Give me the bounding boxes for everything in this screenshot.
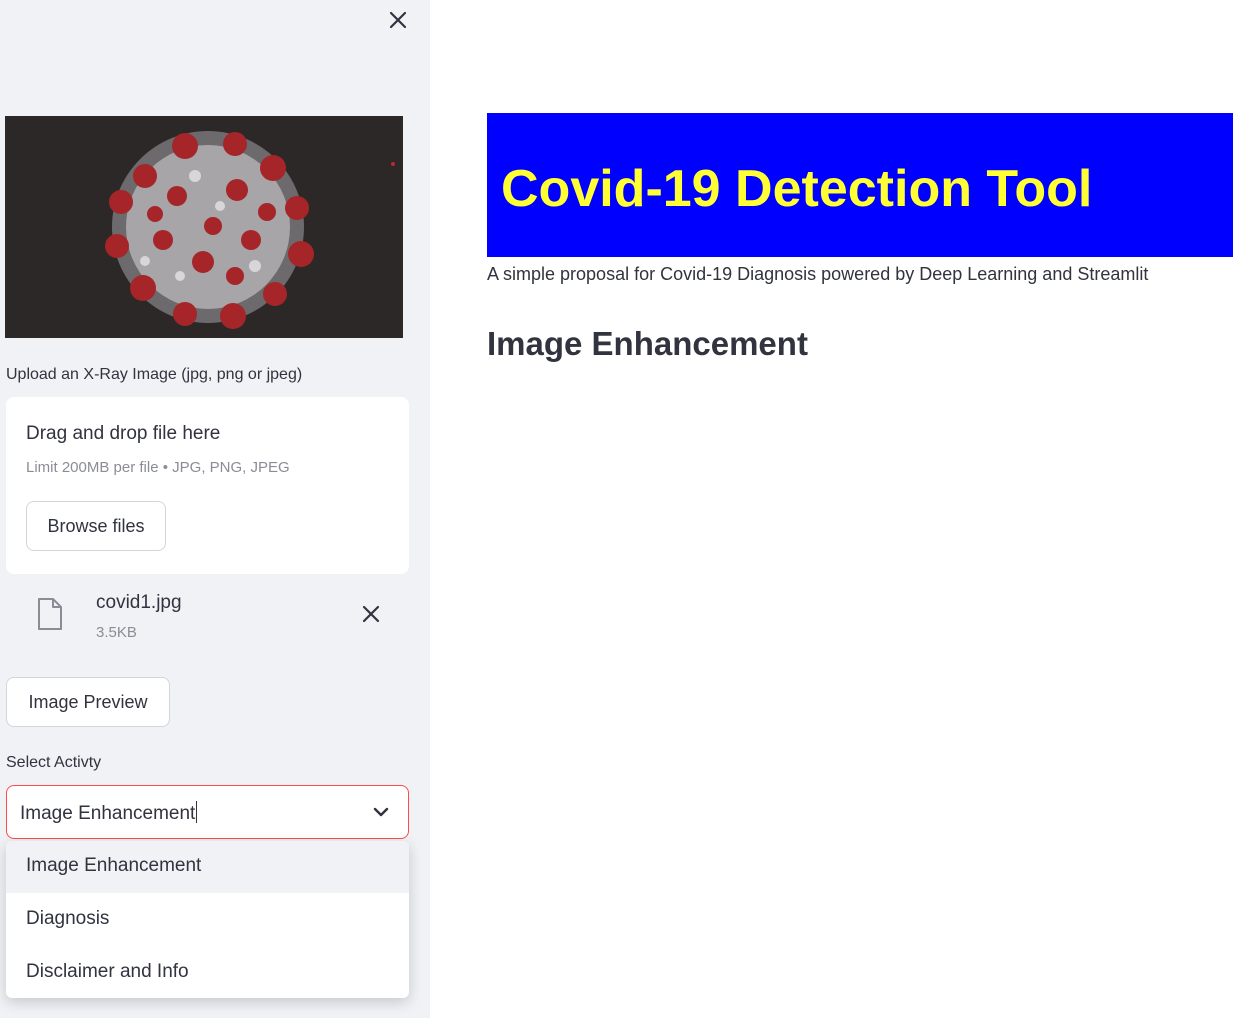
file-dropzone[interactable]: Drag and drop file here Limit 200MB per … [6,397,409,574]
option-image-enhancement[interactable]: Image Enhancement [6,841,409,893]
close-icon [389,11,407,29]
select-activity-label: Select Activty [6,754,102,771]
remove-file-button[interactable] [362,600,380,628]
file-icon [36,597,64,636]
page-title: Covid-19 Detection Tool [501,160,1093,218]
uploaded-file-size: 3.5KB [96,624,137,641]
select-value-text: Image Enhancement [20,803,196,824]
option-diagnosis[interactable]: Diagnosis [6,894,409,946]
sidebar: Upload an X-Ray Image (jpg, png or jpeg)… [0,0,430,1018]
uploaded-file-name: covid1.jpg [96,592,182,613]
section-heading: Image Enhancement [487,325,808,362]
select-value: Image Enhancement [20,801,198,825]
page-subtitle: A simple proposal for Covid-19 Diagnosis… [487,264,1149,284]
image-preview-button[interactable]: Image Preview [6,677,170,727]
option-label: Image Enhancement [26,855,202,876]
browse-files-button[interactable]: Browse files [26,501,166,551]
dropzone-title: Drag and drop file here [26,423,221,444]
close-sidebar-button[interactable] [384,6,412,34]
activity-dropdown: Image Enhancement Diagnosis Disclaimer a… [6,841,409,998]
dropzone-limit: Limit 200MB per file • JPG, PNG, JPEG [26,459,290,476]
virus-image [5,116,403,338]
upload-label: Upload an X-Ray Image (jpg, png or jpeg) [6,366,303,383]
title-banner: Covid-19 Detection Tool [487,113,1233,257]
option-label: Diagnosis [26,908,110,929]
close-icon [362,605,380,623]
option-label: Disclaimer and Info [26,961,189,982]
activity-select[interactable]: Image Enhancement [6,785,409,839]
chevron-down-icon[interactable] [371,802,391,827]
option-disclaimer[interactable]: Disclaimer and Info [6,947,409,998]
